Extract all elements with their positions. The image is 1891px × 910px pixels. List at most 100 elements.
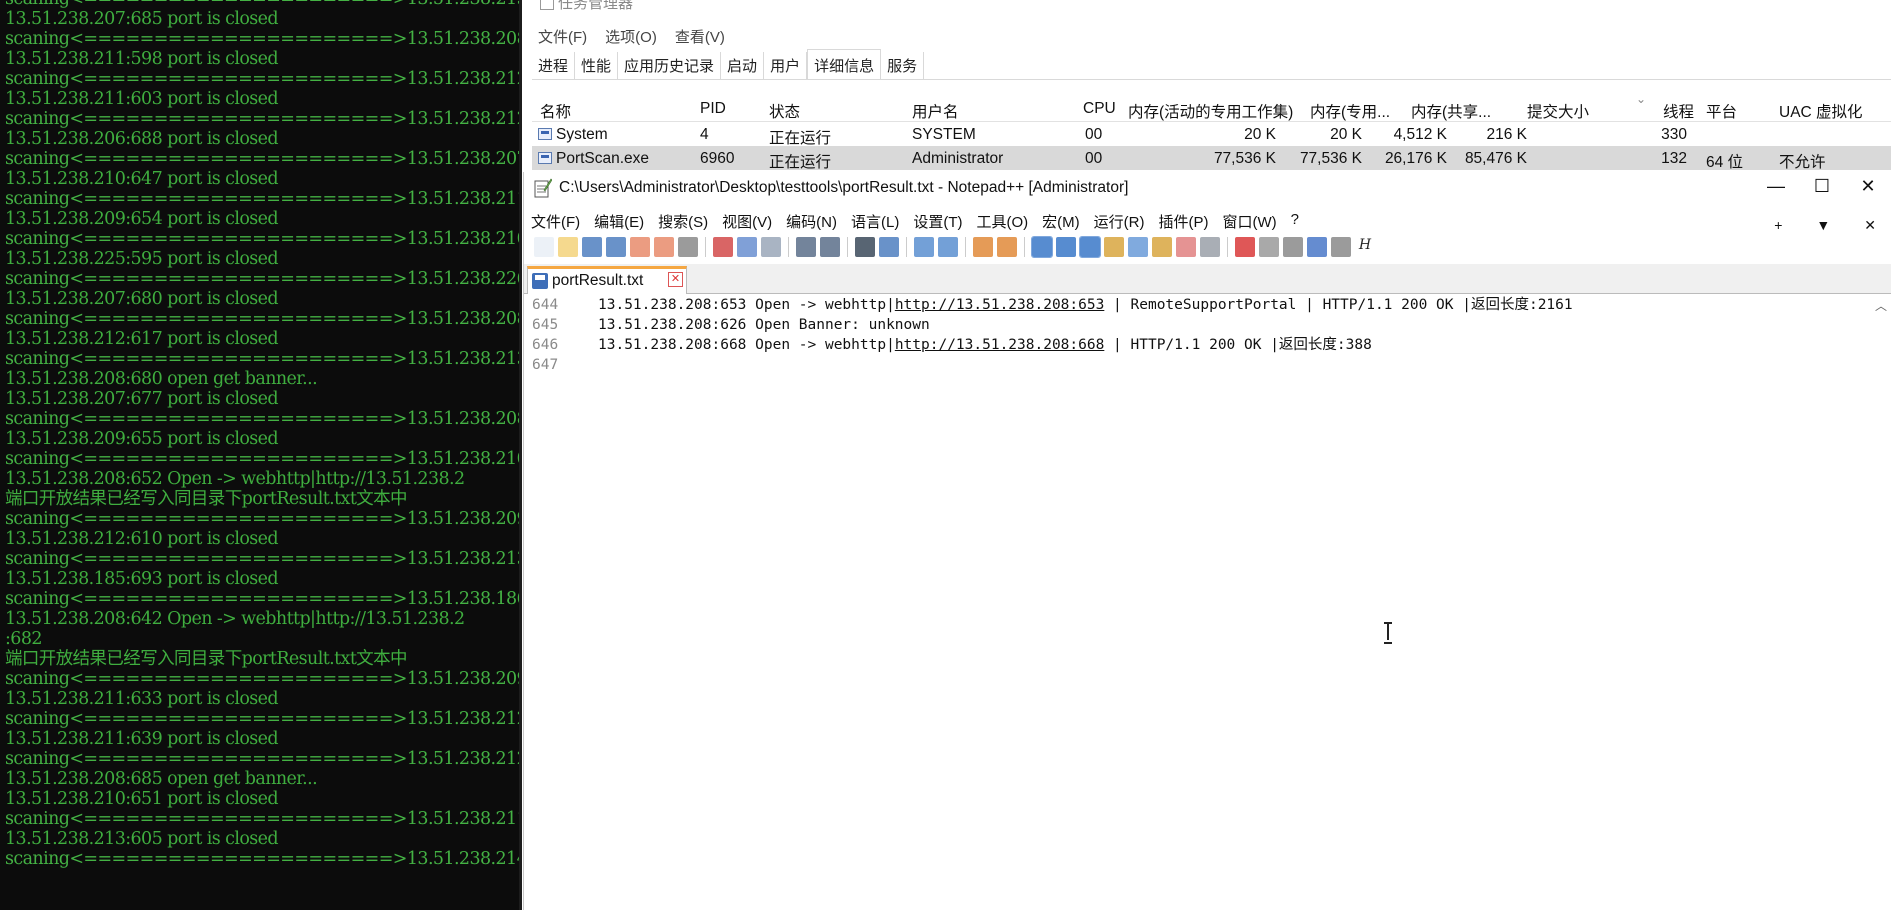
paste-icon[interactable]	[761, 237, 781, 257]
console-output: scaning<======================>13.51.238…	[0, 0, 519, 869]
maximize-button[interactable]: ☐	[1799, 176, 1845, 197]
console-line: 13.51.238.185:693 port is closed	[5, 569, 279, 589]
table-row[interactable]: System 4 正在运行 SYSTEM 00 20 K 20 K 4,512 …	[532, 122, 1891, 147]
url-link[interactable]: http://13.51.238.208:668	[895, 337, 1105, 353]
console-line: scaning<======================>13.51.238…	[5, 589, 522, 609]
menu-encoding[interactable]: 编码(N)	[779, 206, 844, 234]
menu-window[interactable]: 窗口(W)	[1215, 206, 1283, 234]
menu-edit[interactable]: 编辑(E)	[587, 206, 651, 234]
folder-workspace-icon[interactable]	[1176, 237, 1196, 257]
menu-view[interactable]: 视图(V)	[715, 206, 779, 234]
console-line: 13.51.238.208:680 open get banner...	[5, 369, 318, 389]
col-user[interactable]: 用户名	[912, 100, 959, 122]
tab-users[interactable]: 用户	[764, 52, 808, 79]
save-all-icon[interactable]	[606, 237, 626, 257]
col-mem-private[interactable]: 内存(专用...	[1310, 100, 1390, 122]
menu-view[interactable]: 查看(V)	[673, 24, 727, 49]
col-status[interactable]: 状态	[769, 100, 800, 122]
console-line: scaning<======================>13.51.238…	[5, 0, 519, 9]
notepad-plus-plus-window[interactable]: C:\Users\Administrator\Desktop\testtools…	[523, 172, 1891, 910]
menu-help[interactable]: ?	[1284, 206, 1306, 234]
close-icon[interactable]	[630, 237, 650, 257]
menu-tools[interactable]: 工具(O)	[969, 206, 1035, 234]
tab-startup[interactable]: 启动	[721, 52, 765, 79]
show-all-chars-icon[interactable]	[1056, 237, 1076, 257]
close-doc-icon[interactable]: ✕	[1857, 212, 1883, 234]
menu-plugins[interactable]: 插件(P)	[1151, 206, 1215, 234]
tab-close-icon[interactable]: ✕	[668, 272, 683, 287]
tab-app-history[interactable]: 应用历史记录	[618, 52, 722, 79]
console-line: scaning<======================>13.51.238…	[5, 349, 522, 369]
cut-icon[interactable]	[713, 237, 733, 257]
new-tab-plus-icon[interactable]: +	[1767, 212, 1789, 234]
mem-active-cell: 20 K	[1244, 126, 1276, 143]
play-macro-icon[interactable]	[1283, 237, 1303, 257]
find-icon[interactable]	[855, 237, 875, 257]
table-row[interactable]: PortScan.exe 6960 正在运行 Administrator 00 …	[532, 146, 1891, 171]
undo-icon[interactable]	[796, 237, 816, 257]
udl-icon[interactable]	[1104, 237, 1124, 257]
user-cell: SYSTEM	[912, 126, 976, 143]
task-manager-window[interactable]: 任务管理器 — 文件(F) 选项(O) 查看(V) 进程 性能 应用历史记录 启…	[532, 0, 1891, 172]
line-number: 646	[532, 337, 559, 353]
menu-language[interactable]: 语言(L)	[844, 206, 906, 234]
print-icon[interactable]	[678, 237, 698, 257]
col-mem-active[interactable]: 内存(活动的专用工作集)	[1128, 100, 1293, 122]
console-line: scaning<======================>13.51.238…	[5, 709, 522, 729]
redo-icon[interactable]	[820, 237, 840, 257]
run-macro-multiple-icon[interactable]	[1307, 237, 1327, 257]
menu-file[interactable]: 文件(F)	[536, 24, 589, 49]
tab-details[interactable]: 详细信息	[807, 49, 882, 79]
menu-run[interactable]: 运行(R)	[1087, 206, 1152, 234]
url-link[interactable]: http://13.51.238.208:653	[895, 297, 1105, 313]
col-pid[interactable]: PID	[700, 100, 726, 118]
scroll-up-arrow-icon[interactable]: ︿	[1875, 297, 1887, 314]
stop-record-icon[interactable]	[1259, 237, 1279, 257]
tab-portresult[interactable]: portResult.txt ✕	[527, 266, 687, 294]
copy-icon[interactable]	[737, 237, 757, 257]
sync-vertical-icon[interactable]	[973, 237, 993, 257]
save-macro-icon[interactable]	[1331, 237, 1351, 257]
menu-settings[interactable]: 设置(T)	[906, 206, 969, 234]
minimize-button[interactable]: —	[1851, 0, 1867, 6]
italic-h-icon[interactable]: H	[1355, 237, 1375, 257]
tab-services[interactable]: 服务	[881, 52, 925, 79]
new-file-icon[interactable]	[534, 237, 554, 257]
console-window[interactable]: scaning<======================>13.51.238…	[0, 0, 522, 910]
col-platform[interactable]: 平台	[1706, 100, 1737, 122]
menu-options[interactable]: 选项(O)	[603, 24, 659, 49]
replace-icon[interactable]	[879, 237, 899, 257]
menu-file[interactable]: 文件(F)	[524, 206, 587, 234]
col-uac[interactable]: UAC 虚拟化	[1779, 100, 1863, 122]
tab-performance[interactable]: 性能	[575, 52, 619, 79]
tab-processes[interactable]: 进程	[532, 52, 576, 79]
close-all-icon[interactable]	[654, 237, 674, 257]
menu-macro[interactable]: 宏(M)	[1035, 206, 1087, 234]
col-mem-shared[interactable]: 内存(共享...	[1411, 100, 1491, 122]
col-threads[interactable]: 线程	[1663, 100, 1694, 122]
line-text: 13.51.238.208:626 Open Banner: unknown	[598, 315, 930, 335]
close-button[interactable]: ✕	[1845, 176, 1891, 197]
zoom-out-icon[interactable]	[938, 237, 958, 257]
sync-horizontal-icon[interactable]	[997, 237, 1017, 257]
record-macro-icon[interactable]	[1235, 237, 1255, 257]
menu-search[interactable]: 搜索(S)	[651, 206, 715, 234]
doc-map-icon[interactable]	[1128, 237, 1148, 257]
title-bar[interactable]: C:\Users\Administrator\Desktop\testtools…	[524, 172, 1891, 206]
text-editor[interactable]: 644 13.51.238.208:653 Open -> webhttp|htt…	[524, 295, 1891, 910]
tab-list-chevron-icon[interactable]: ▼	[1809, 212, 1837, 234]
minimize-button[interactable]: —	[1753, 176, 1799, 197]
col-commit[interactable]: 提交大小	[1527, 100, 1589, 122]
zoom-in-icon[interactable]	[914, 237, 934, 257]
word-wrap-icon[interactable]	[1031, 236, 1053, 258]
function-list-icon[interactable]	[1152, 237, 1172, 257]
monitoring-icon[interactable]	[1200, 237, 1220, 257]
line-text-post: | HTTP/1.1 200 OK |返回长度:388	[1104, 337, 1372, 353]
col-cpu[interactable]: CPU	[1083, 100, 1116, 118]
indent-guide-icon[interactable]	[1079, 236, 1101, 258]
line-number: 644	[532, 297, 559, 313]
col-name[interactable]: 名称	[540, 100, 571, 122]
open-file-icon[interactable]	[558, 237, 578, 257]
save-icon[interactable]	[582, 237, 602, 257]
user-cell: Administrator	[912, 150, 1004, 167]
